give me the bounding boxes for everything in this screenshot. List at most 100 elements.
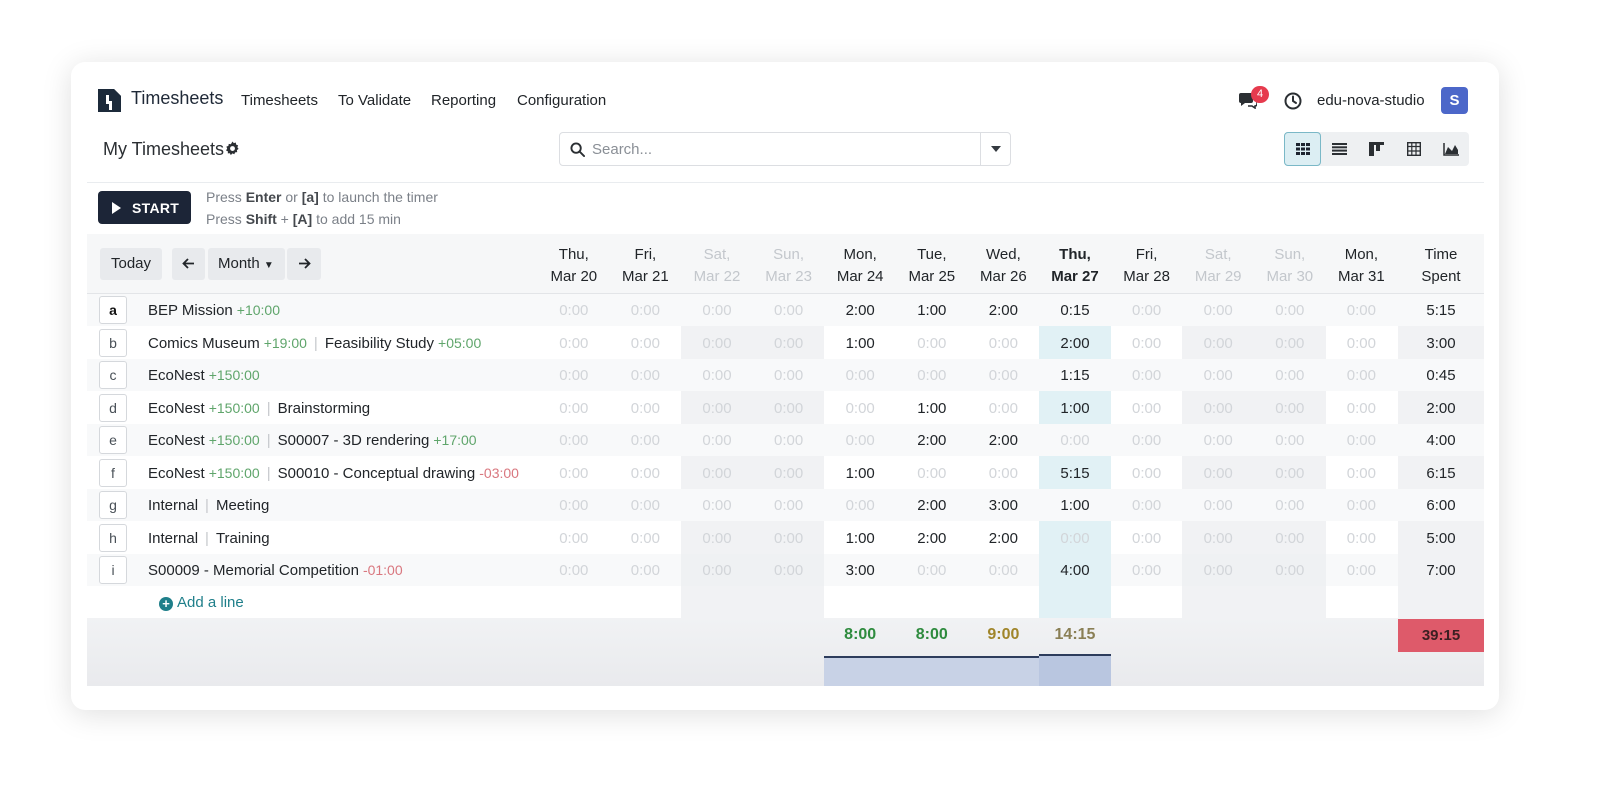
time-cell[interactable]: 0:00: [610, 465, 682, 482]
clock-icon[interactable]: [1284, 92, 1302, 110]
row-label[interactable]: S00009 - Memorial Competition -01:00: [148, 562, 403, 579]
time-cell[interactable]: 0:00: [1111, 497, 1183, 514]
user-avatar[interactable]: S: [1441, 87, 1468, 114]
prev-period-button[interactable]: [172, 248, 205, 280]
row-label[interactable]: EcoNest +150:00 | S00007 - 3D rendering +17:…: [148, 432, 477, 449]
time-cell[interactable]: 0:00: [1182, 335, 1254, 352]
row-label[interactable]: EcoNest +150:00 | S00010 - Conceptual drawi…: [148, 465, 519, 482]
time-cell[interactable]: 0:00: [753, 367, 825, 384]
kanban-view-button[interactable]: [1358, 132, 1395, 166]
time-cell[interactable]: 1:00: [896, 302, 968, 319]
list-view-button[interactable]: [1321, 132, 1358, 166]
time-cell[interactable]: 0:00: [1111, 302, 1183, 319]
time-cell[interactable]: 2:00: [824, 302, 896, 319]
time-cell[interactable]: 0:00: [1326, 302, 1398, 319]
row-label[interactable]: Comics Museum +19:00 | Feasibility Study +05…: [148, 335, 481, 352]
time-cell[interactable]: 0:00: [1254, 432, 1326, 449]
next-period-button[interactable]: [287, 248, 321, 280]
time-cell[interactable]: 0:00: [824, 432, 896, 449]
time-cell[interactable]: 0:00: [610, 562, 682, 579]
time-cell[interactable]: 0:00: [968, 335, 1040, 352]
menu-to-validate[interactable]: To Validate: [338, 92, 411, 109]
time-cell[interactable]: 0:00: [538, 562, 610, 579]
time-cell[interactable]: 2:00: [968, 530, 1040, 547]
time-cell[interactable]: 0:00: [610, 400, 682, 417]
time-cell[interactable]: 0:00: [968, 562, 1040, 579]
time-cell[interactable]: 2:00: [896, 432, 968, 449]
time-cell[interactable]: 0:00: [1254, 400, 1326, 417]
today-button[interactable]: Today: [100, 248, 162, 280]
time-cell[interactable]: 0:00: [1039, 432, 1111, 449]
time-cell[interactable]: 0:00: [1254, 562, 1326, 579]
time-cell[interactable]: 0:00: [896, 335, 968, 352]
time-cell[interactable]: 2:00: [896, 530, 968, 547]
time-cell[interactable]: 0:00: [753, 302, 825, 319]
time-cell[interactable]: 1:00: [1039, 497, 1111, 514]
time-cell[interactable]: 0:00: [753, 400, 825, 417]
company-name[interactable]: edu-nova-studio: [1317, 92, 1425, 109]
range-dropdown[interactable]: Month ▼: [208, 248, 285, 280]
time-cell[interactable]: 0:00: [1182, 530, 1254, 547]
time-cell[interactable]: 0:00: [1326, 562, 1398, 579]
time-cell[interactable]: 0:00: [1111, 530, 1183, 547]
time-cell[interactable]: 0:00: [1182, 562, 1254, 579]
time-cell[interactable]: 1:00: [824, 465, 896, 482]
row-label[interactable]: EcoNest +150:00: [148, 367, 260, 384]
time-cell[interactable]: 0:00: [1111, 400, 1183, 417]
time-cell[interactable]: 0:00: [681, 465, 753, 482]
time-cell[interactable]: 0:00: [968, 465, 1040, 482]
gear-icon[interactable]: [225, 141, 240, 156]
time-cell[interactable]: 0:00: [1039, 530, 1111, 547]
time-cell[interactable]: 2:00: [968, 302, 1040, 319]
time-cell[interactable]: 0:00: [538, 465, 610, 482]
add-line-button[interactable]: + Add a line: [159, 594, 244, 611]
start-timer-button[interactable]: START: [98, 191, 191, 224]
time-cell[interactable]: 1:00: [824, 530, 896, 547]
time-cell[interactable]: 0:00: [681, 367, 753, 384]
time-cell[interactable]: 0:00: [610, 302, 682, 319]
time-cell[interactable]: 0:00: [753, 530, 825, 547]
time-cell[interactable]: 0:00: [896, 562, 968, 579]
time-cell[interactable]: 0:00: [610, 497, 682, 514]
time-cell[interactable]: 0:00: [896, 367, 968, 384]
time-cell[interactable]: 0:00: [538, 335, 610, 352]
time-cell[interactable]: 0:00: [1326, 367, 1398, 384]
time-cell[interactable]: 0:00: [753, 335, 825, 352]
search-options-toggle[interactable]: [980, 133, 1010, 165]
time-cell[interactable]: 0:00: [1111, 432, 1183, 449]
time-cell[interactable]: 2:00: [968, 432, 1040, 449]
time-cell[interactable]: 0:00: [610, 432, 682, 449]
time-cell[interactable]: 0:00: [681, 400, 753, 417]
row-label[interactable]: BEP Mission +10:00: [148, 302, 280, 319]
menu-configuration[interactable]: Configuration: [517, 92, 606, 109]
time-cell[interactable]: 0:00: [538, 367, 610, 384]
time-cell[interactable]: 0:00: [1326, 530, 1398, 547]
row-label[interactable]: Internal | Training: [148, 530, 270, 547]
time-cell[interactable]: 0:00: [1254, 335, 1326, 352]
time-cell[interactable]: 0:00: [1254, 497, 1326, 514]
time-cell[interactable]: 0:00: [1326, 432, 1398, 449]
time-cell[interactable]: 0:00: [681, 497, 753, 514]
time-cell[interactable]: 0:00: [1254, 367, 1326, 384]
time-cell[interactable]: 0:00: [1182, 302, 1254, 319]
menu-timesheets[interactable]: Timesheets: [241, 92, 318, 109]
time-cell[interactable]: 0:00: [538, 302, 610, 319]
time-cell[interactable]: 1:00: [896, 400, 968, 417]
time-cell[interactable]: 0:00: [1111, 562, 1183, 579]
time-cell[interactable]: 0:00: [1111, 335, 1183, 352]
time-cell[interactable]: 0:15: [1039, 302, 1111, 319]
time-cell[interactable]: 0:00: [1111, 367, 1183, 384]
time-cell[interactable]: 0:00: [824, 367, 896, 384]
time-cell[interactable]: 1:00: [1039, 400, 1111, 417]
time-cell[interactable]: 0:00: [538, 530, 610, 547]
time-cell[interactable]: 0:00: [538, 497, 610, 514]
time-cell[interactable]: 0:00: [610, 367, 682, 384]
time-cell[interactable]: 3:00: [968, 497, 1040, 514]
time-cell[interactable]: 0:00: [538, 432, 610, 449]
time-cell[interactable]: 0:00: [1254, 530, 1326, 547]
time-cell[interactable]: 0:00: [968, 400, 1040, 417]
time-cell[interactable]: 2:00: [896, 497, 968, 514]
time-cell[interactable]: 3:00: [824, 562, 896, 579]
time-cell[interactable]: 0:00: [681, 335, 753, 352]
time-cell[interactable]: 1:15: [1039, 367, 1111, 384]
